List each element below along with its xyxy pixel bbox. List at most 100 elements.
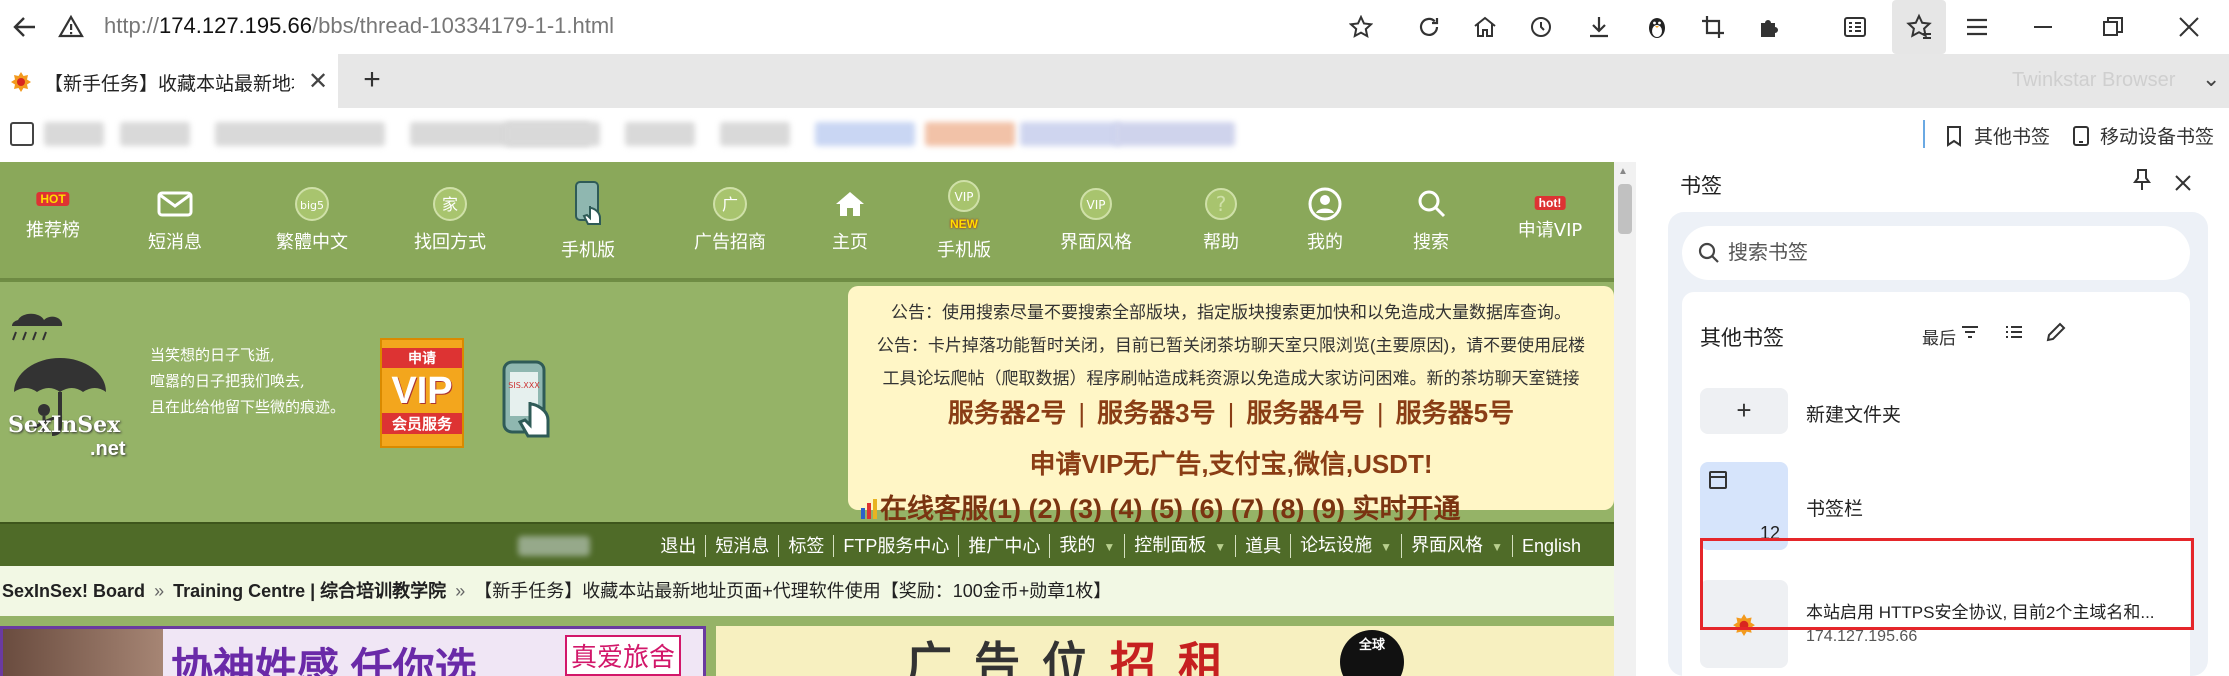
back-icon[interactable] [8, 10, 42, 44]
server-link[interactable]: 服务器3号 [1097, 398, 1215, 428]
edit-icon[interactable] [2044, 320, 2070, 346]
nav-mobile-vip[interactable]: VIP NEW 手机版 [924, 162, 1004, 280]
reload-icon[interactable] [1410, 8, 1448, 46]
bookmark-search-box[interactable] [1682, 226, 2190, 280]
nav-recommend[interactable]: HOT 推荐榜 [10, 162, 96, 280]
download-icon[interactable] [1580, 8, 1618, 46]
menu-promotion[interactable]: 推广中心 [958, 535, 1049, 557]
restore-icon[interactable] [2094, 8, 2132, 46]
menu-props[interactable]: 道具 [1235, 535, 1290, 557]
penguin-extension-icon[interactable] [1638, 8, 1676, 46]
extensions-icon[interactable] [1750, 8, 1788, 46]
list-view-icon[interactable] [2002, 320, 2028, 346]
reading-list-icon[interactable] [1836, 8, 1874, 46]
nav-recovery[interactable]: 家 找回方式 [400, 162, 500, 280]
sort-filter-icon[interactable] [1958, 320, 1984, 346]
breadcrumb-forum[interactable]: Training Centre | 综合培训教学院 [173, 581, 446, 601]
blurred-bookmark[interactable] [925, 122, 1015, 146]
menu-theme[interactable]: 界面风格 ▼ [1401, 534, 1512, 558]
close-window-icon[interactable] [2170, 8, 2208, 46]
crop-icon[interactable] [1694, 8, 1732, 46]
svg-text:big5: big5 [300, 199, 324, 212]
not-secure-warning-icon[interactable] [58, 14, 84, 40]
close-panel-icon[interactable] [2172, 164, 2194, 201]
bookmark-search-input[interactable] [1728, 238, 2168, 268]
blurred-bookmark[interactable] [815, 122, 915, 146]
new-folder-label: 新建文件夹 [1806, 405, 1902, 426]
blurred-bookmark[interactable] [1020, 122, 1120, 146]
logo-area[interactable]: SexInSex .net 当笑想的日子飞逝, 喧嚣的日子把我们唤去, 且在此给… [0, 282, 840, 522]
customer-service-links[interactable]: 在线客服(1) (2) (3) (4) (5) (6) (7) (8) (9) … [848, 487, 1614, 526]
url-text[interactable]: http://174.127.195.66/bbs/thread-1033417… [104, 13, 614, 39]
blurred-bookmark[interactable] [215, 122, 385, 146]
menu-english[interactable]: English [1511, 535, 1590, 557]
bookmark-folder-icon[interactable] [10, 122, 34, 146]
tab-active[interactable]: 【新手任务】收藏本站最新地址 ✕ [0, 54, 338, 108]
breadcrumb-thread: 【新手任务】收藏本站最新地址页面+代理软件使用【奖励：100金币+勋章1枚】 [474, 581, 1112, 601]
menu-logout[interactable]: 退出 [651, 535, 705, 557]
menu-control-panel[interactable]: 控制面板 ▼ [1124, 534, 1235, 558]
sort-label[interactable]: 最后 [1922, 324, 1956, 349]
mobile-site-icon[interactable]: SIS.XXX [500, 358, 560, 448]
ad-title-b: 招 [1110, 638, 1178, 676]
ad-banner-left[interactable]: 协神姓感 任你选 真爱旅舍 [0, 626, 706, 676]
vip-promo-link[interactable]: 申请VIP无广告,支付宝,微信,USDT! [848, 444, 1614, 481]
svg-text:VIP: VIP [1087, 198, 1106, 212]
menu-ftp[interactable]: FTP服务中心 [833, 535, 958, 557]
blurred-bookmark[interactable] [720, 122, 790, 146]
nav-home[interactable]: 主页 [812, 162, 888, 280]
nav-label: 广告招商 [694, 232, 766, 253]
other-bookmarks-button[interactable]: 其他书签 [1944, 122, 2050, 149]
web-content: HOT 推荐榜 短消息 big5 繁體中文 家 找回方式 手机版 广 广告招商 … [0, 162, 1614, 676]
logo-text: SexInSex [8, 412, 121, 438]
nav-mobile[interactable]: 手机版 [548, 162, 628, 280]
nav-help[interactable]: ? 帮助 [1186, 162, 1256, 280]
server-link[interactable]: 服务器2号 [948, 398, 1066, 428]
star-icon[interactable] [1342, 8, 1380, 46]
nav-label: 搜索 [1413, 232, 1449, 253]
bookmarks-bar-folder-row[interactable]: 12 书签栏 [1700, 462, 2170, 550]
hot-badge: HOT [36, 192, 70, 206]
bookmarks-bar-label: 书签栏 [1806, 499, 1864, 520]
history-icon[interactable] [1522, 8, 1560, 46]
other-bookmarks-label: 其他书签 [1974, 127, 2051, 148]
blurred-bookmark[interactable] [505, 122, 600, 146]
page-scrollbar[interactable]: ▲ [1614, 162, 1636, 676]
menu-tags[interactable]: 标签 [778, 535, 833, 557]
menu-label: 界面风格 [1411, 535, 1484, 555]
home-icon[interactable] [1466, 8, 1504, 46]
server-link[interactable]: 服务器4号 [1246, 398, 1364, 428]
site-slogan: 当笑想的日子飞逝, 喧嚣的日子把我们唤去, 且在此给他留下些微的痕迹。 [150, 342, 345, 420]
tab-close-icon[interactable]: ✕ [308, 67, 328, 96]
menu-messages[interactable]: 短消息 [705, 535, 778, 557]
blurred-bookmark[interactable] [625, 122, 695, 146]
tab-title: 【新手任务】收藏本站最新地址 [44, 74, 294, 95]
blurred-bookmark[interactable] [44, 122, 104, 146]
nav-search[interactable]: 搜索 [1396, 162, 1466, 280]
nav-mine[interactable]: 我的 [1290, 162, 1360, 280]
menu-icon[interactable] [1958, 8, 1996, 46]
nav-ads[interactable]: 广 广告招商 [680, 162, 780, 280]
menu-mine[interactable]: 我的 ▼ [1049, 534, 1124, 558]
scroll-up-arrow-icon[interactable]: ▲ [1618, 166, 1628, 177]
blurred-bookmark[interactable] [120, 122, 190, 146]
minimize-icon[interactable] [2024, 8, 2062, 46]
new-folder-row[interactable]: + 新建文件夹 [1700, 388, 2170, 434]
nav-apply-vip[interactable]: hot! 申请VIP [1508, 162, 1592, 280]
blurred-bookmark[interactable] [1115, 122, 1235, 146]
pin-icon[interactable] [2132, 168, 2152, 198]
tab-list-chevron-icon[interactable]: ⌄ [2202, 66, 2220, 92]
nav-theme[interactable]: VIP 界面风格 [1046, 162, 1146, 280]
mobile-bookmarks-button[interactable]: 移动设备书签 [2072, 122, 2214, 149]
ad-banner-right[interactable]: 广告位招租 全球 [716, 626, 1614, 676]
new-tab-button[interactable]: + [354, 63, 390, 99]
nav-messages[interactable]: 短消息 [130, 162, 220, 280]
server-link[interactable]: 服务器5号 [1396, 398, 1514, 428]
ad-title-c: 租 [1178, 638, 1246, 676]
vip-service-badge[interactable]: 申请 VIP 会员服务 [380, 338, 464, 448]
scrollbar-thumb[interactable] [1618, 184, 1632, 234]
menu-facilities[interactable]: 论坛设施 ▼ [1290, 534, 1401, 558]
nav-traditional-chinese[interactable]: big5 繁體中文 [262, 162, 362, 280]
breadcrumb-home[interactable]: SexInSex! Board [2, 581, 145, 601]
bookmarks-panel-icon[interactable] [1892, 0, 1946, 54]
